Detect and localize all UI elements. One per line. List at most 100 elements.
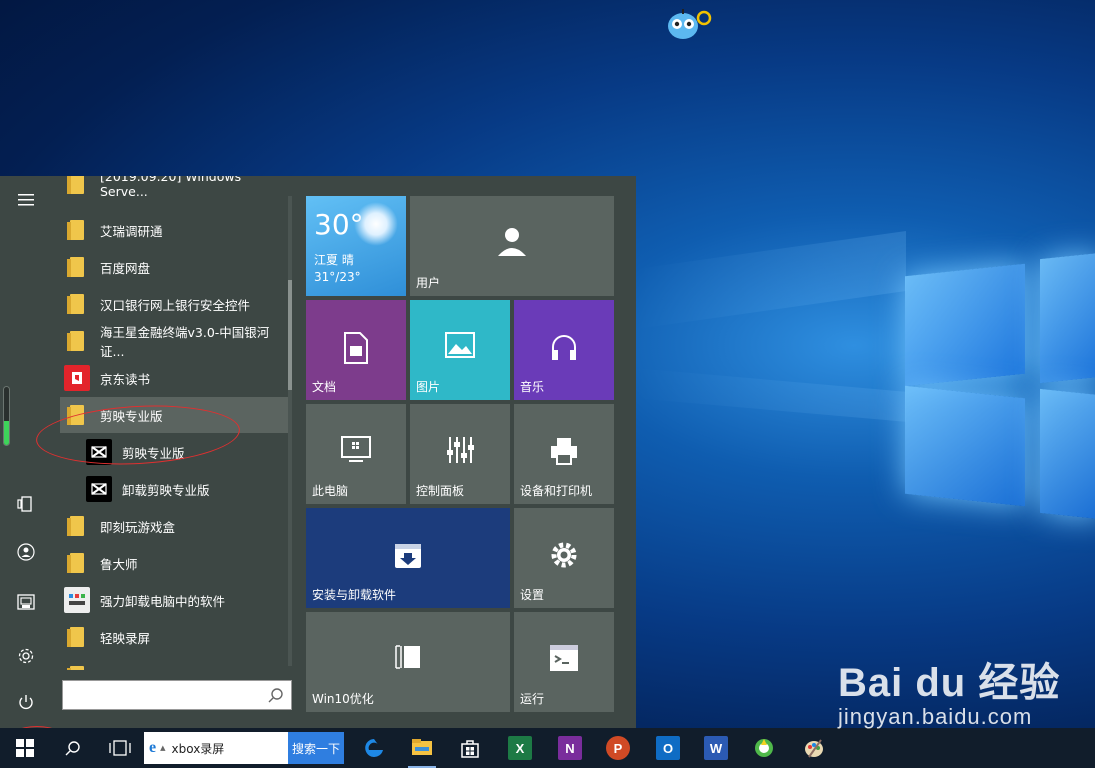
browser-icon[interactable] [750, 728, 778, 768]
app-item[interactable]: 艾瑞调研通 [60, 212, 288, 248]
tile-label: 运行 [520, 692, 545, 706]
weather-city: 江夏 晴 [314, 253, 354, 267]
user-account-icon[interactable] [12, 540, 40, 564]
folder-icon [64, 328, 90, 354]
start-search-box[interactable] [62, 680, 292, 710]
paint-icon[interactable] [800, 728, 828, 768]
documents-icon[interactable] [12, 590, 40, 614]
folder-icon [64, 176, 90, 197]
app-label: 海王星金融终端v3.0-中国银河证... [100, 325, 270, 359]
app-label: [2019.09.20] Windows Serve... [100, 176, 242, 199]
documents-tile[interactable]: 文档 [306, 300, 406, 400]
start-button[interactable] [8, 728, 42, 768]
app-label: 强力卸载电脑中的软件 [100, 593, 226, 609]
folder-icon [64, 550, 90, 576]
tile-label: Win10优化 [312, 692, 374, 706]
windows-wallpaper-logo [895, 252, 1095, 520]
dropdown-icon[interactable]: ▲ [160, 744, 165, 752]
tile-label: 控制面板 [416, 484, 465, 498]
folder-icon [64, 663, 90, 670]
app-item[interactable]: 汉口银行网上银行安全控件 [60, 286, 288, 322]
volume-level-indicator [3, 386, 10, 446]
weather-range: 31°/23° [314, 270, 361, 284]
tile-label: 用户 [416, 276, 441, 290]
powerpoint-letter: P [606, 736, 630, 760]
run-tile[interactable]: 运行 [514, 612, 614, 712]
app-list-scrollbar[interactable] [288, 196, 292, 666]
app-item[interactable]: 京东读书 [60, 360, 288, 396]
task-view-icon[interactable] [104, 728, 136, 768]
light-beam [636, 231, 906, 329]
taskbar-search-button[interactable]: 搜索一下 [288, 732, 344, 764]
outlook-letter: O [656, 736, 680, 760]
search-icon[interactable] [58, 728, 88, 768]
tile-label: 图片 [416, 380, 441, 394]
word-letter: W [704, 736, 728, 760]
app-label: 轻映录屏 [100, 630, 151, 646]
onenote-letter: N [558, 736, 582, 760]
tablet-mode-icon[interactable] [12, 492, 40, 516]
word-icon[interactable]: W [702, 728, 730, 768]
control-panel-tile[interactable]: 控制面板 [410, 404, 510, 504]
taskbar-search-input[interactable]: e ▲ xbox录屏 [144, 732, 288, 764]
sliders-icon [410, 436, 510, 472]
app-label: 艾瑞调研通 [100, 223, 163, 239]
jd-reader-icon [64, 365, 90, 391]
app-item[interactable]: 即刻玩游戏盒 [60, 508, 288, 544]
hamburger-menu-icon[interactable] [12, 188, 40, 212]
store-icon[interactable] [456, 728, 484, 768]
power-icon[interactable] [12, 690, 40, 714]
windows-icon [16, 739, 34, 757]
user-tile[interactable]: 用户 [410, 196, 614, 296]
app-label: 百度网盘 [100, 260, 151, 276]
folder-icon [64, 513, 90, 539]
music-tile[interactable]: 音乐 [514, 300, 614, 400]
ie-icon: e [149, 739, 157, 756]
printer-icon [514, 436, 614, 474]
excel-icon[interactable]: X [506, 728, 534, 768]
powerpoint-icon[interactable]: P [604, 728, 632, 768]
capcut-icon [86, 476, 112, 502]
this-pc-tile[interactable]: 此电脑 [306, 404, 406, 504]
settings-gear-icon[interactable] [12, 644, 40, 668]
app-item[interactable]: [2019.09.20] Windows Serve... [60, 176, 288, 202]
app-item[interactable]: 强力卸载电脑中的软件 [60, 582, 288, 618]
search-icon[interactable] [267, 687, 285, 705]
win10-optimize-tile[interactable]: Win10优化 [306, 612, 510, 712]
tile-label: 此电脑 [312, 484, 349, 498]
taskbar: e ▲ xbox录屏 搜索一下 X N P O W [0, 728, 1095, 768]
settings-tile[interactable]: 设置 [514, 508, 614, 608]
edge-icon[interactable] [360, 728, 388, 768]
weather-tile[interactable]: 30° 江夏 晴 31°/23° [306, 196, 406, 296]
tile-label: 安装与卸载软件 [312, 588, 397, 602]
tile-label: 文档 [312, 380, 337, 394]
app-item[interactable]: 卸载剪映专业版 [60, 471, 288, 507]
folder-icon [64, 254, 90, 280]
pictures-tile[interactable]: 图片 [410, 300, 510, 400]
app-item[interactable]: 轻映录屏 [60, 619, 288, 655]
onenote-icon[interactable]: N [556, 728, 584, 768]
file-explorer-icon[interactable] [408, 728, 436, 768]
sun-icon [354, 202, 398, 246]
app-item[interactable]: 海王星金融终端v3.0-中国银河证... [60, 323, 288, 359]
outlook-icon[interactable]: O [654, 728, 682, 768]
folder-icon [64, 624, 90, 650]
install-uninstall-tile[interactable]: 安装与卸载软件 [306, 508, 510, 608]
panel-icon [306, 644, 510, 678]
tile-label: 设置 [520, 588, 545, 602]
app-item[interactable]: 鲁大师 [60, 545, 288, 581]
excel-letter: X [508, 736, 532, 760]
app-item[interactable]: 百度网盘 [60, 249, 288, 285]
desktop-mascot-icon[interactable] [665, 6, 713, 42]
app-label: 京东读书 [100, 371, 151, 387]
taskbar-search-text: xbox录屏 [171, 741, 225, 756]
gear-icon [514, 540, 614, 578]
app-item-partial[interactable] [60, 658, 288, 670]
computer-icon [306, 436, 406, 472]
run-icon [514, 644, 614, 680]
baidu-jingyan-watermark: Bai du 经验 jingyan.baidu.com [838, 650, 1060, 730]
light-beam [636, 368, 906, 422]
folder-icon [64, 291, 90, 317]
document-icon [306, 332, 406, 372]
devices-printers-tile[interactable]: 设备和打印机 [514, 404, 614, 504]
